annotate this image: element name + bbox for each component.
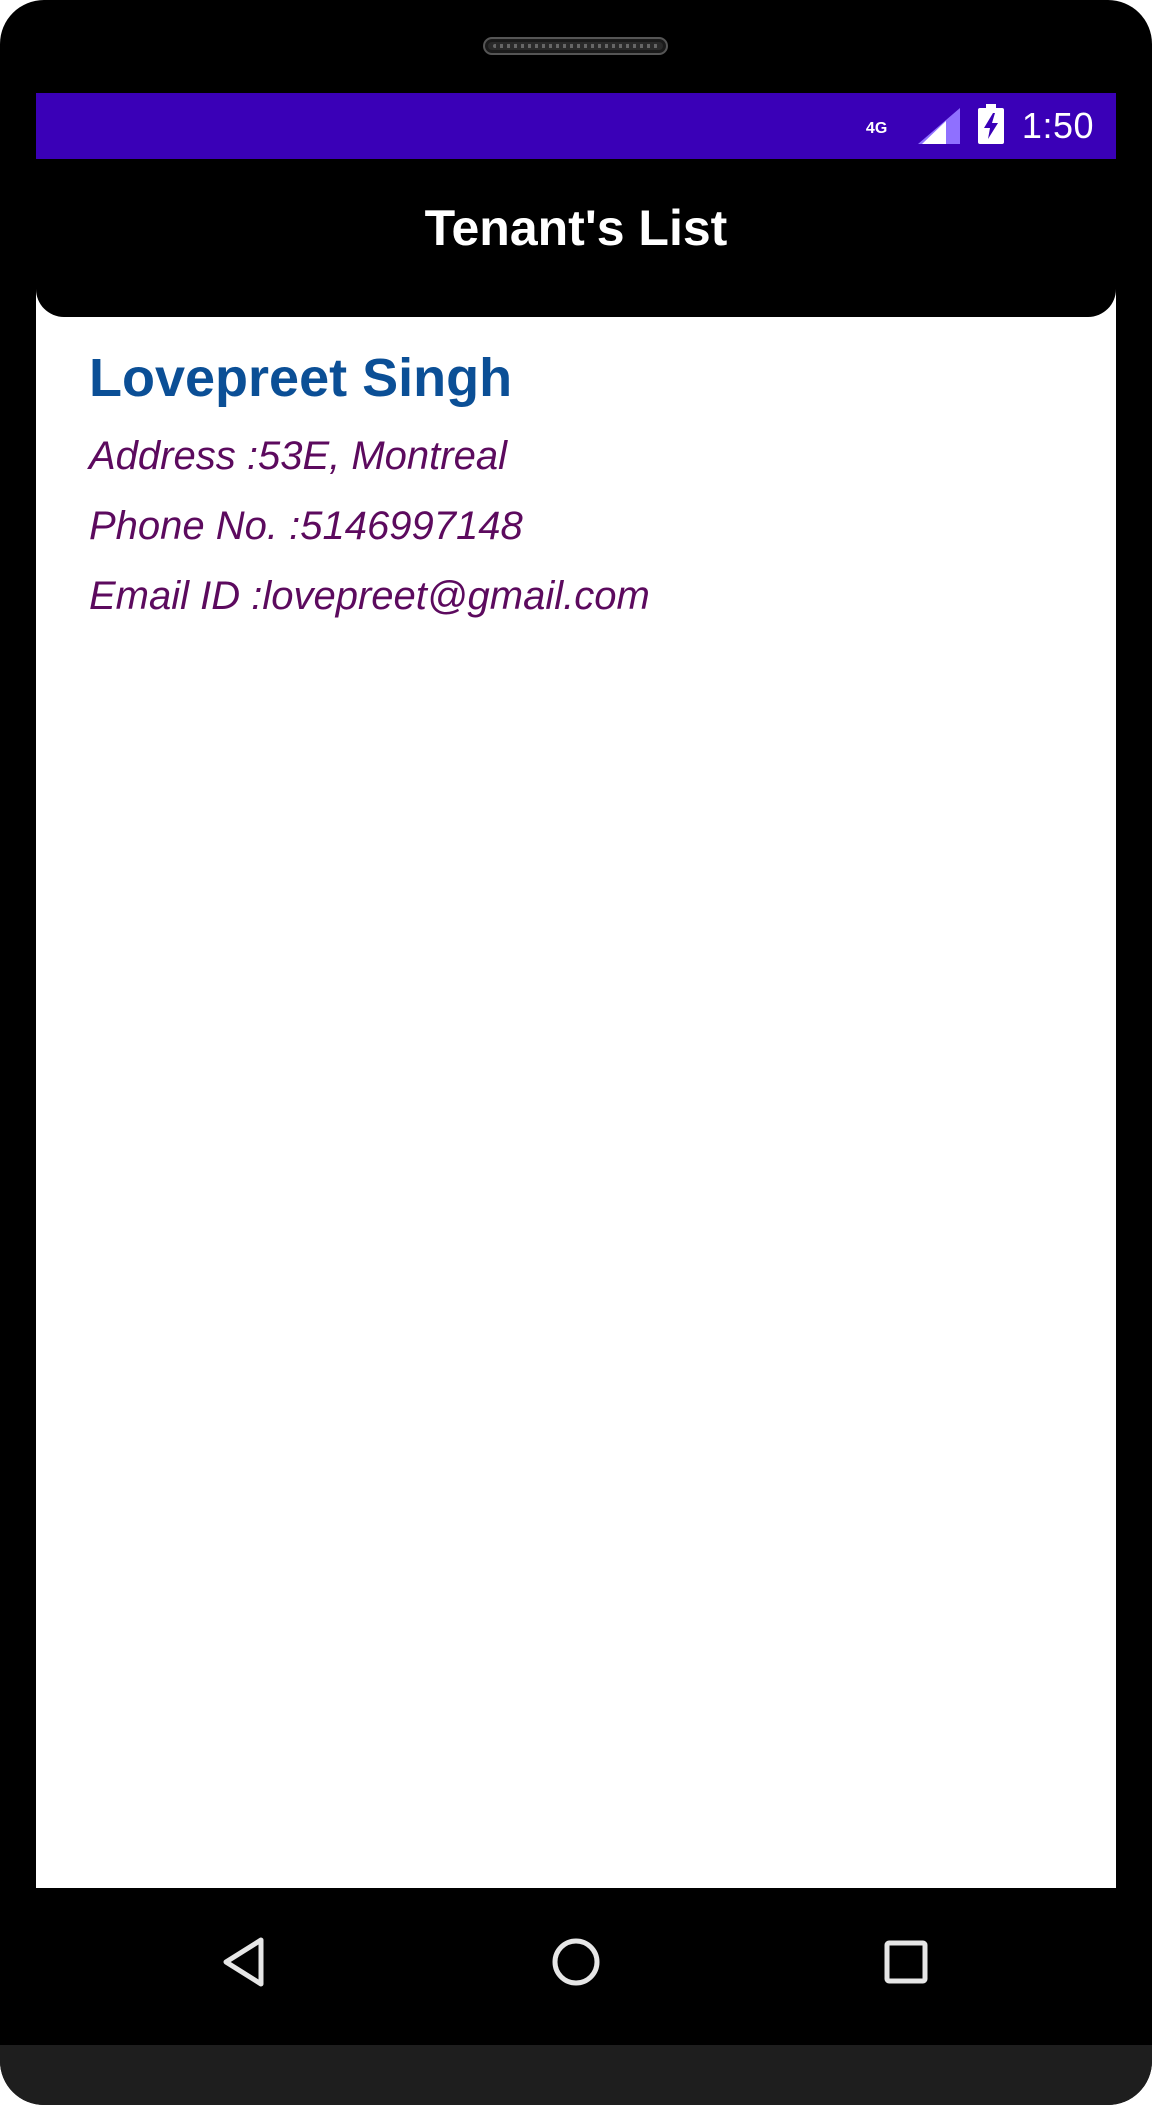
- status-bar: 4G 1:50: [36, 93, 1116, 159]
- status-clock: 1:50: [1021, 105, 1094, 146]
- recents-button[interactable]: [866, 1924, 946, 2004]
- navigation-bar: [0, 1888, 1152, 2045]
- device-chin: [0, 2045, 1152, 2105]
- back-icon: [216, 1932, 276, 1997]
- back-button[interactable]: [206, 1924, 286, 2004]
- network-type-label: 4G: [865, 120, 888, 137]
- tenant-address: Address :53E, Montreal: [89, 434, 507, 478]
- app-bar: Tenant's List: [36, 159, 1116, 317]
- tenant-list-item[interactable]: Lovepreet Singh Address :53E, Montreal P…: [89, 343, 1089, 631]
- recents-icon: [876, 1932, 936, 1997]
- tenant-name: Lovepreet Singh: [89, 348, 513, 408]
- home-button[interactable]: [536, 1924, 616, 2004]
- home-icon: [546, 1932, 606, 1997]
- tenant-email: Email ID :lovepreet@gmail.com: [89, 574, 650, 618]
- status-icons: 4G 1:50: [866, 93, 1094, 159]
- device-frame: 4G 1:50 Tenant's List Lovepreet Singh Ad…: [0, 0, 1152, 2105]
- speaker-grille: [483, 37, 668, 55]
- tenant-list: Lovepreet Singh Address :53E, Montreal P…: [89, 343, 1089, 631]
- phone-screen: 4G 1:50 Tenant's List Lovepreet Singh Ad…: [36, 93, 1116, 1888]
- signal-icon: 4G: [866, 108, 960, 144]
- battery-charging-icon: [977, 103, 1004, 149]
- tenant-phone: Phone No. :5146997148: [89, 504, 523, 548]
- page-title: Tenant's List: [424, 200, 728, 256]
